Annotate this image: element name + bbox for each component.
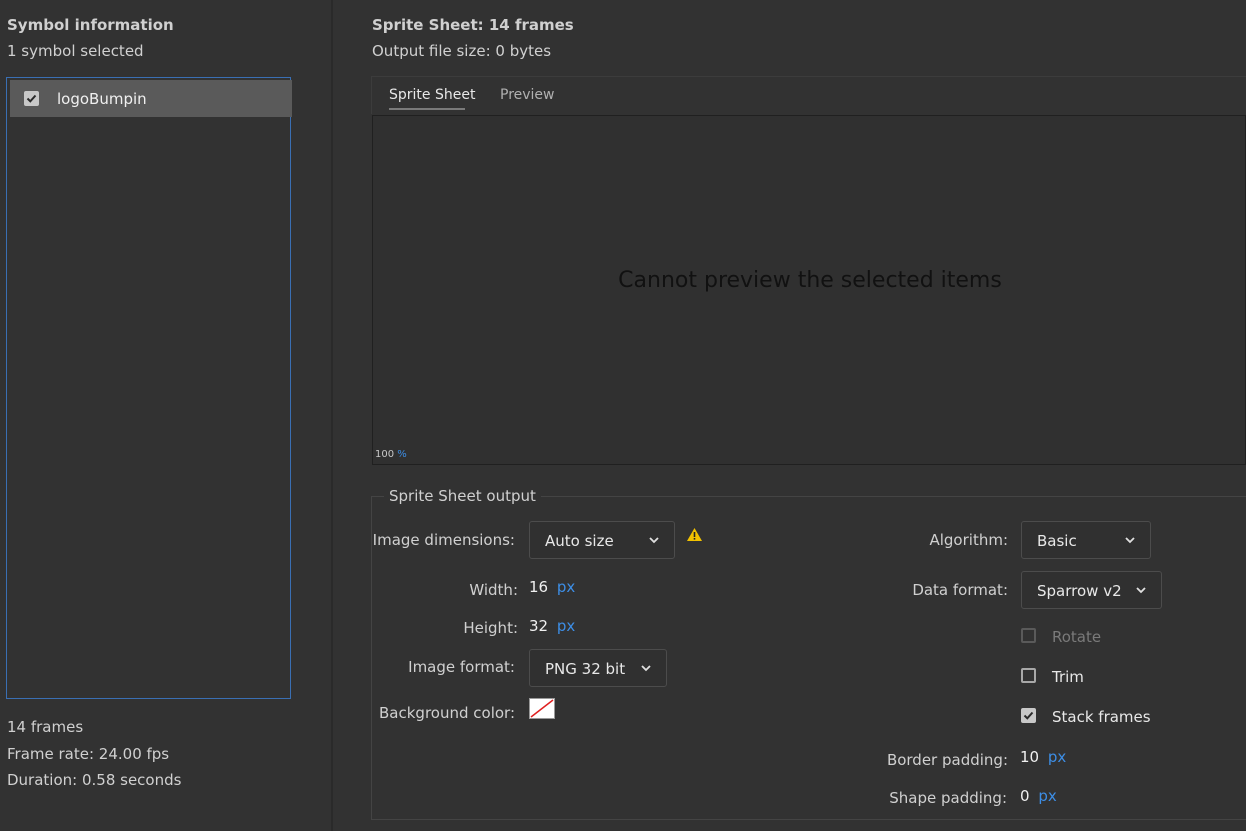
image-format-value: PNG 32 bit bbox=[545, 660, 626, 678]
image-dimensions-label: Image dimensions: bbox=[372, 531, 515, 549]
image-format-dropdown[interactable]: PNG 32 bit bbox=[529, 649, 667, 687]
symbol-info-heading: Symbol information bbox=[7, 16, 174, 34]
algorithm-label: Algorithm: bbox=[929, 531, 1008, 549]
preview-message: Cannot preview the selected items bbox=[618, 268, 1002, 293]
shape-padding-label: Shape padding: bbox=[889, 789, 1007, 807]
height-field[interactable]: 32 px bbox=[529, 617, 575, 635]
chevron-down-icon bbox=[649, 537, 659, 544]
stack-frames-label: Stack frames bbox=[1052, 708, 1151, 726]
zoom-readout[interactable]: 100 % bbox=[375, 449, 407, 460]
checkmark-icon bbox=[1023, 711, 1034, 720]
border-padding-value[interactable]: 10 bbox=[1020, 748, 1039, 766]
width-unit: px bbox=[556, 578, 576, 596]
output-group-legend: Sprite Sheet output bbox=[384, 487, 541, 505]
shape-padding-value[interactable]: 0 bbox=[1020, 787, 1030, 805]
data-format-dropdown[interactable]: Sparrow v2 bbox=[1021, 571, 1162, 609]
data-format-label: Data format: bbox=[912, 581, 1008, 599]
trim-checkbox[interactable] bbox=[1021, 668, 1036, 683]
chevron-down-icon bbox=[641, 665, 651, 672]
chevron-down-icon bbox=[1136, 587, 1146, 594]
image-dimensions-dropdown[interactable]: Auto size bbox=[529, 521, 675, 559]
duration: Duration: 0.58 seconds bbox=[7, 771, 182, 789]
panel-divider[interactable] bbox=[331, 0, 333, 831]
background-color-swatch[interactable] bbox=[529, 698, 555, 719]
chevron-down-icon bbox=[1125, 537, 1135, 544]
data-format-value: Sparrow v2 bbox=[1037, 582, 1122, 600]
shape-padding-unit: px bbox=[1038, 787, 1057, 805]
image-format-label: Image format: bbox=[408, 658, 515, 676]
zoom-value: 100 bbox=[375, 449, 395, 460]
height-value[interactable]: 32 bbox=[529, 617, 548, 635]
output-file-size: Output file size: 0 bytes bbox=[372, 42, 552, 60]
shape-padding-field[interactable]: 0 px bbox=[1020, 787, 1057, 805]
active-tab-indicator bbox=[389, 108, 465, 110]
algorithm-dropdown[interactable]: Basic bbox=[1021, 521, 1151, 559]
tab-preview[interactable]: Preview bbox=[500, 87, 555, 103]
warning-triangle-icon bbox=[687, 528, 702, 541]
symbol-list[interactable]: logoBumpin bbox=[6, 77, 292, 699]
border-padding-field[interactable]: 10 px bbox=[1020, 748, 1066, 766]
width-field[interactable]: 16 px bbox=[529, 578, 575, 596]
background-color-label: Background color: bbox=[379, 704, 515, 722]
frame-rate: Frame rate: 24.00 fps bbox=[7, 745, 170, 763]
width-value[interactable]: 16 bbox=[529, 578, 548, 596]
border-padding-label: Border padding: bbox=[886, 751, 1008, 769]
width-label: Width: bbox=[469, 581, 518, 599]
preview-canvas[interactable]: Cannot preview the selected items 100 % bbox=[372, 115, 1246, 465]
symbol-selected-count: 1 symbol selected bbox=[7, 42, 144, 60]
checkmark-icon bbox=[26, 94, 37, 103]
zoom-unit: % bbox=[397, 449, 407, 460]
tab-sprite-sheet[interactable]: Sprite Sheet bbox=[389, 87, 475, 103]
rotate-label: Rotate bbox=[1052, 628, 1102, 646]
symbol-name: logoBumpin bbox=[57, 90, 147, 108]
rotate-checkbox[interactable] bbox=[1021, 628, 1036, 643]
symbol-checkbox[interactable] bbox=[24, 91, 39, 106]
algorithm-value: Basic bbox=[1037, 532, 1077, 550]
border-padding-unit: px bbox=[1047, 748, 1067, 766]
height-unit: px bbox=[556, 617, 576, 635]
symbol-list-item[interactable]: logoBumpin bbox=[10, 80, 292, 117]
image-dimensions-value: Auto size bbox=[545, 532, 614, 550]
height-label: Height: bbox=[463, 619, 518, 637]
trim-label: Trim bbox=[1052, 668, 1084, 686]
preview-tabbar: Sprite Sheet Preview bbox=[371, 76, 1246, 114]
stack-frames-checkbox[interactable] bbox=[1021, 708, 1036, 723]
frame-count: 14 frames bbox=[7, 718, 84, 736]
sprite-sheet-title: Sprite Sheet: 14 frames bbox=[372, 16, 574, 34]
